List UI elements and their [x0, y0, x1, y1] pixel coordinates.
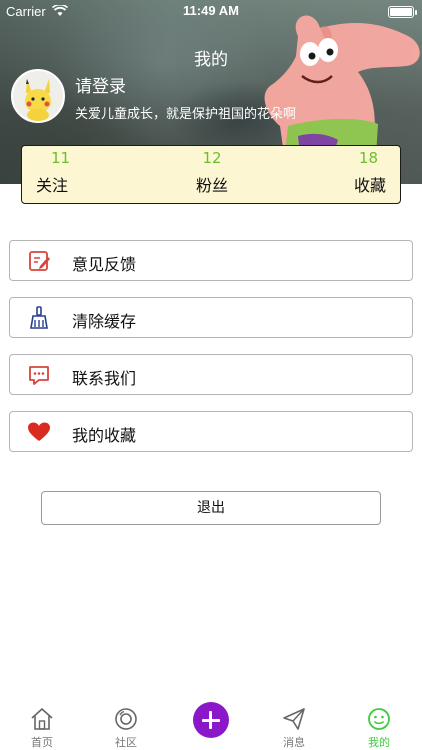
menu-item-label: 我的收藏: [72, 426, 137, 445]
menu-item-feedback[interactable]: 意见反馈: [9, 240, 413, 281]
stat-fans[interactable]: 12 粉丝: [162, 146, 262, 205]
login-prompt[interactable]: 请登录: [75, 72, 126, 97]
heart-icon: [28, 422, 50, 441]
add-post-button[interactable]: [193, 702, 229, 738]
tab-mine[interactable]: 我的: [349, 700, 409, 750]
avatar[interactable]: [11, 69, 65, 123]
stats-card: 11 关注 12 粉丝 18 收藏: [21, 145, 401, 204]
stat-fans-count: 12: [202, 149, 222, 167]
status-bar: Carrier 11:49 AM: [0, 0, 422, 24]
tab-label: 消息: [283, 736, 305, 749]
menu-item-clear-cache[interactable]: 清除缓存: [9, 297, 413, 338]
tab-community[interactable]: 社区: [96, 700, 156, 750]
page-title: 我的: [194, 50, 228, 70]
stat-favorites-label: 收藏: [353, 176, 386, 195]
pikachu-avatar-image: [13, 71, 63, 121]
feedback-edit-icon: [29, 251, 50, 271]
stat-favorites-count: 18: [358, 149, 378, 167]
stat-following[interactable]: 11 关注: [36, 146, 136, 205]
menu-item-contact-us[interactable]: 联系我们: [9, 354, 413, 395]
menu-item-label: 意见反馈: [72, 255, 137, 274]
tab-home[interactable]: 首页: [12, 700, 72, 750]
camera-lens-icon: [115, 708, 137, 730]
tab-label: 我的: [368, 736, 390, 749]
smiley-icon: [368, 708, 390, 730]
stat-following-label: 关注: [36, 176, 69, 195]
menu-item-label: 联系我们: [72, 369, 137, 388]
paper-plane-icon: [283, 708, 305, 730]
tab-label: 首页: [31, 736, 53, 749]
home-icon: [31, 708, 53, 730]
broom-icon: [30, 306, 48, 329]
battery-icon: [388, 6, 417, 18]
stat-following-count: 11: [51, 149, 71, 167]
stat-favorites[interactable]: 18 收藏: [286, 146, 386, 205]
tab-messages[interactable]: 消息: [264, 700, 324, 750]
menu-item-my-favorites[interactable]: 我的收藏: [9, 411, 413, 452]
logout-button[interactable]: 退出: [41, 491, 381, 525]
menu-item-label: 清除缓存: [72, 312, 137, 331]
tab-label: 社区: [115, 736, 137, 749]
stat-fans-label: 粉丝: [195, 176, 228, 195]
slogan-text: 关爱儿童成长，就是保护祖国的花朵啊: [75, 107, 297, 122]
clock: 11:49 AM: [183, 3, 239, 18]
chat-bubble-icon: [29, 366, 49, 385]
